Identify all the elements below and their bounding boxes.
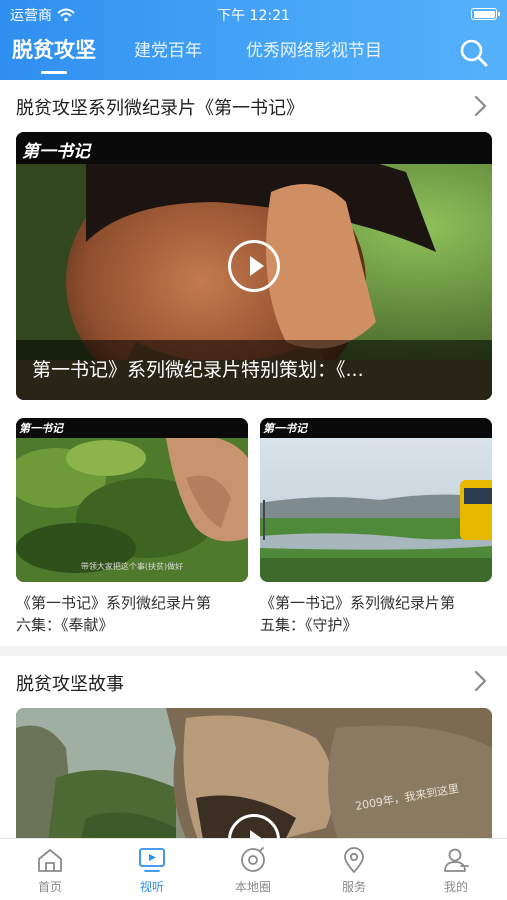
location-pin-icon xyxy=(344,847,364,873)
program-logo: 第一书记 xyxy=(263,422,307,435)
header: 运营商 下午 12:21 脱贫攻坚 建党百年 优秀网络影视节目 xyxy=(0,0,507,80)
status-bar: 运营商 下午 12:21 xyxy=(0,0,507,28)
caption-bar: 第一书记》系列微纪录片特别策划：《... xyxy=(16,340,492,400)
tv-icon xyxy=(139,848,165,872)
featured-video[interactable]: 第一书记 第一书记》系列微纪录片特别策划：《... xyxy=(16,132,492,400)
status-time: 下午 12:21 xyxy=(217,8,290,24)
nav-item-mine[interactable]: 我的 xyxy=(416,845,496,895)
top-tabs: 脱贫攻坚 建党百年 优秀网络影视节目 xyxy=(0,34,507,74)
video-card-episode-6[interactable]: 第一书记 带领大家把这个事(扶贫)做好 xyxy=(16,418,248,582)
nav-label-mine: 我的 xyxy=(443,880,468,894)
featured-caption: 第一书记》系列微纪录片特别策划：《... xyxy=(32,359,364,381)
logo-strip: 第一书记 xyxy=(16,132,492,164)
section-first-secretary: 脱贫攻坚系列微纪录片《第一书记》 第一书记 第一书记》系列微纪录片特别策划：《.… xyxy=(0,80,507,646)
episode-6-title[interactable]: 《第一书记》系列微纪录片第 六集：《奉献》 xyxy=(16,592,248,636)
program-logo: 第一书记 xyxy=(22,142,90,162)
nav-label-home: 首页 xyxy=(37,880,62,894)
logo-strip: 第一书记 xyxy=(16,418,248,438)
episode-6-title-line1: 《第一书记》系列微纪录片第 xyxy=(16,594,212,612)
section-title: 脱贫攻坚故事 xyxy=(16,674,124,695)
bottom-nav: 首页 视听 本地圈 服务 我的 xyxy=(0,838,507,900)
user-icon xyxy=(444,848,469,872)
video-card-episode-5[interactable]: 第一书记 xyxy=(260,418,492,582)
battery-icon xyxy=(471,8,500,20)
nav-item-services[interactable]: 服务 xyxy=(314,845,394,895)
tab-party-centenary[interactable]: 建党百年 xyxy=(134,36,202,61)
section-title: 脱贫攻坚系列微纪录片《第一书记》 xyxy=(16,98,304,119)
tab-excellent-online-programs[interactable]: 优秀网络影视节目 xyxy=(246,36,382,61)
nav-item-local-circle[interactable]: 本地圈 xyxy=(213,845,293,895)
nav-item-home[interactable]: 首页 xyxy=(10,845,90,895)
episode-6-thumbnail xyxy=(16,418,248,582)
nav-label-services: 服务 xyxy=(341,880,366,894)
story-featured-video[interactable]: 2009年，我来到这里 xyxy=(16,708,492,858)
program-logo: 第一书记 xyxy=(19,422,63,435)
episode-5-title-line1: 《第一书记》系列微纪录片第 xyxy=(260,594,456,612)
nav-item-audiovisual[interactable]: 视听 xyxy=(112,845,192,895)
section-poverty-stories: 脱贫攻坚故事 2009年，我来到这里 xyxy=(0,656,507,858)
video-subtitle: 带领大家把这个事(扶贫)做好 xyxy=(80,562,184,571)
episode-6-title-line2: 六集：《奉献》 xyxy=(16,616,114,634)
chevron-right-icon[interactable] xyxy=(473,670,487,692)
episode-5-thumbnail xyxy=(260,418,492,582)
episode-5-title-line2: 五集：《守护》 xyxy=(260,616,358,634)
nav-label-local-circle: 本地圈 xyxy=(234,880,271,894)
episode-5-title[interactable]: 《第一书记》系列微纪录片第 五集：《守护》 xyxy=(260,592,500,636)
search-icon[interactable] xyxy=(459,38,489,68)
nav-label-audiovisual: 视听 xyxy=(139,880,164,894)
local-circle-icon xyxy=(241,847,265,872)
chevron-right-icon[interactable] xyxy=(473,95,487,117)
logo-strip: 第一书记 xyxy=(260,418,492,438)
play-icon[interactable] xyxy=(228,240,280,292)
home-icon xyxy=(38,849,62,872)
tab-poverty-alleviation[interactable]: 脱贫攻坚 xyxy=(12,34,96,74)
